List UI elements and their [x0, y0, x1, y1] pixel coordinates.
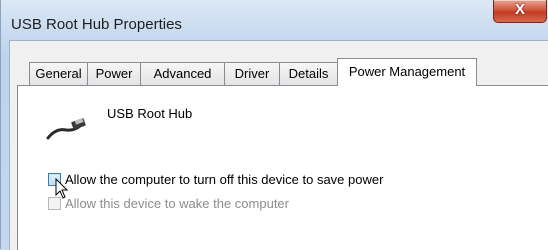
- title-bar[interactable]: USB Root Hub Properties X: [1, 0, 548, 40]
- tab-power[interactable]: Power: [87, 62, 141, 85]
- tab-driver[interactable]: Driver: [224, 62, 280, 85]
- allow-turn-off-label[interactable]: Allow the computer to turn off this devi…: [65, 172, 383, 187]
- tab-power-management[interactable]: Power Management: [337, 58, 477, 86]
- tab-details[interactable]: Details: [279, 62, 338, 85]
- close-icon: X: [514, 1, 525, 18]
- window-title: USB Root Hub Properties: [11, 16, 182, 33]
- usb-cable-icon: [46, 118, 86, 140]
- tab-panel-power-management: [17, 85, 548, 250]
- tab-advanced[interactable]: Advanced: [140, 62, 225, 85]
- allow-wake-label: Allow this device to wake the computer: [65, 196, 289, 211]
- close-button[interactable]: X: [493, 0, 547, 23]
- mouse-pointer-icon: [55, 178, 69, 199]
- device-name: USB Root Hub: [107, 106, 193, 121]
- tab-general[interactable]: General: [29, 62, 88, 85]
